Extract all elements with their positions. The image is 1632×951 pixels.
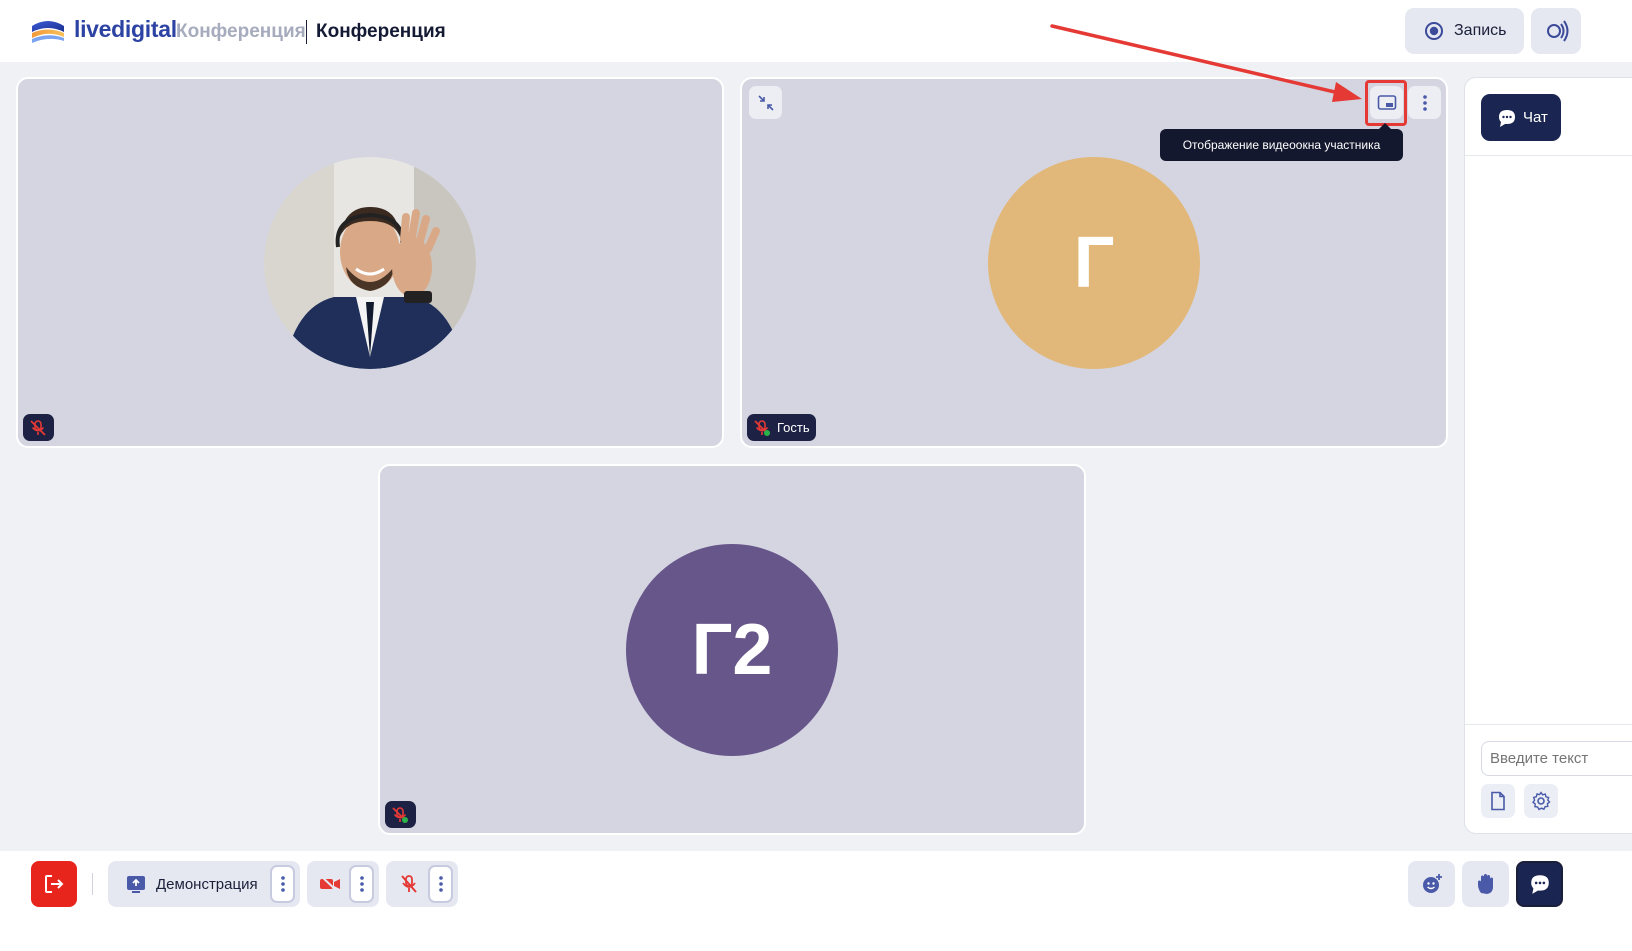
toolbar-divider	[92, 873, 93, 895]
camera-options-button[interactable]	[349, 865, 374, 903]
tile-more-button[interactable]	[1408, 86, 1441, 119]
room-type: Конференция	[176, 21, 306, 42]
chat-tab-label: Чат	[1523, 109, 1548, 126]
mic-off-icon	[30, 419, 46, 436]
leave-button[interactable]	[31, 861, 77, 907]
tooltip-text: Отображение видеоокна участника	[1182, 138, 1381, 152]
camera-group	[307, 861, 379, 907]
microphone-toggle-button[interactable]	[386, 861, 418, 907]
livedigital-logo-icon	[32, 21, 64, 43]
record-button[interactable]: Запись	[1405, 8, 1524, 54]
title-divider	[306, 20, 307, 44]
microphone-group	[386, 861, 458, 907]
chat-bubble-icon	[1530, 875, 1549, 894]
guest-avatar: Г	[988, 157, 1200, 369]
chat-panel: Чат	[1464, 77, 1632, 834]
guest2-initials: Г2	[691, 610, 773, 690]
annotation-arrow	[1050, 24, 1362, 102]
mic-off-icon	[754, 419, 770, 436]
file-icon	[1491, 791, 1505, 811]
collapse-button[interactable]	[749, 86, 782, 119]
camera-off-icon	[320, 875, 340, 893]
reactions-button[interactable]	[1408, 861, 1455, 907]
chat-bubble-icon	[1499, 109, 1515, 127]
more-vertical-icon	[438, 876, 443, 892]
mic-muted-badge	[385, 801, 416, 828]
camera-toggle-button[interactable]	[307, 861, 341, 907]
exit-icon	[45, 875, 64, 893]
chat-message-input[interactable]	[1481, 741, 1632, 776]
screen-share-button[interactable]: Демонстрация	[108, 861, 258, 907]
bottom-toolbar: Демонстрация	[0, 851, 1632, 951]
more-vertical-icon	[359, 876, 364, 892]
guest-name-label: Гость	[777, 420, 810, 435]
collapse-icon	[757, 94, 774, 111]
attach-file-button[interactable]	[1481, 784, 1515, 818]
guest-name-badge: Гость	[747, 414, 816, 441]
participant-photo-avatar	[264, 157, 476, 369]
chat-tab[interactable]: Чат	[1481, 94, 1561, 141]
room-name: Конференция	[316, 21, 446, 42]
gear-icon	[1532, 791, 1551, 811]
emoji-add-icon	[1422, 874, 1442, 893]
guest2-avatar: Г2	[626, 544, 838, 756]
tooltip: Отображение видеоокна участника	[1160, 123, 1403, 161]
mic-off-icon	[392, 806, 408, 823]
screen-share-options-button[interactable]	[270, 865, 295, 903]
video-tile-1[interactable]	[16, 77, 724, 448]
screen-share-group: Демонстрация	[108, 861, 300, 907]
annotation-highlight-box	[1365, 80, 1407, 126]
chat-settings-button[interactable]	[1524, 784, 1558, 818]
microphone-options-button[interactable]	[428, 865, 453, 903]
raise-hand-icon	[1477, 874, 1493, 894]
stream-button[interactable]	[1531, 8, 1581, 54]
chat-footer-divider	[1465, 724, 1632, 725]
broadcast-icon	[1547, 20, 1569, 42]
more-vertical-icon	[280, 876, 285, 892]
record-label: Запись	[1454, 22, 1507, 39]
screen-share-icon	[127, 876, 145, 893]
record-icon	[1425, 22, 1443, 40]
mic-off-icon	[401, 875, 417, 893]
more-vertical-icon	[1422, 94, 1427, 111]
top-bar: livedigital Конференция Конференция Запи…	[0, 0, 1632, 62]
chat-header-divider	[1465, 155, 1632, 156]
chat-toggle-button[interactable]	[1516, 861, 1563, 907]
guest-initials: Г	[1073, 223, 1115, 303]
raise-hand-button[interactable]	[1462, 861, 1509, 907]
mic-muted-badge	[23, 414, 54, 441]
screen-share-label: Демонстрация	[156, 875, 258, 893]
video-tile-3[interactable]: Г2	[378, 464, 1086, 835]
brand-name: livedigital	[74, 16, 177, 42]
